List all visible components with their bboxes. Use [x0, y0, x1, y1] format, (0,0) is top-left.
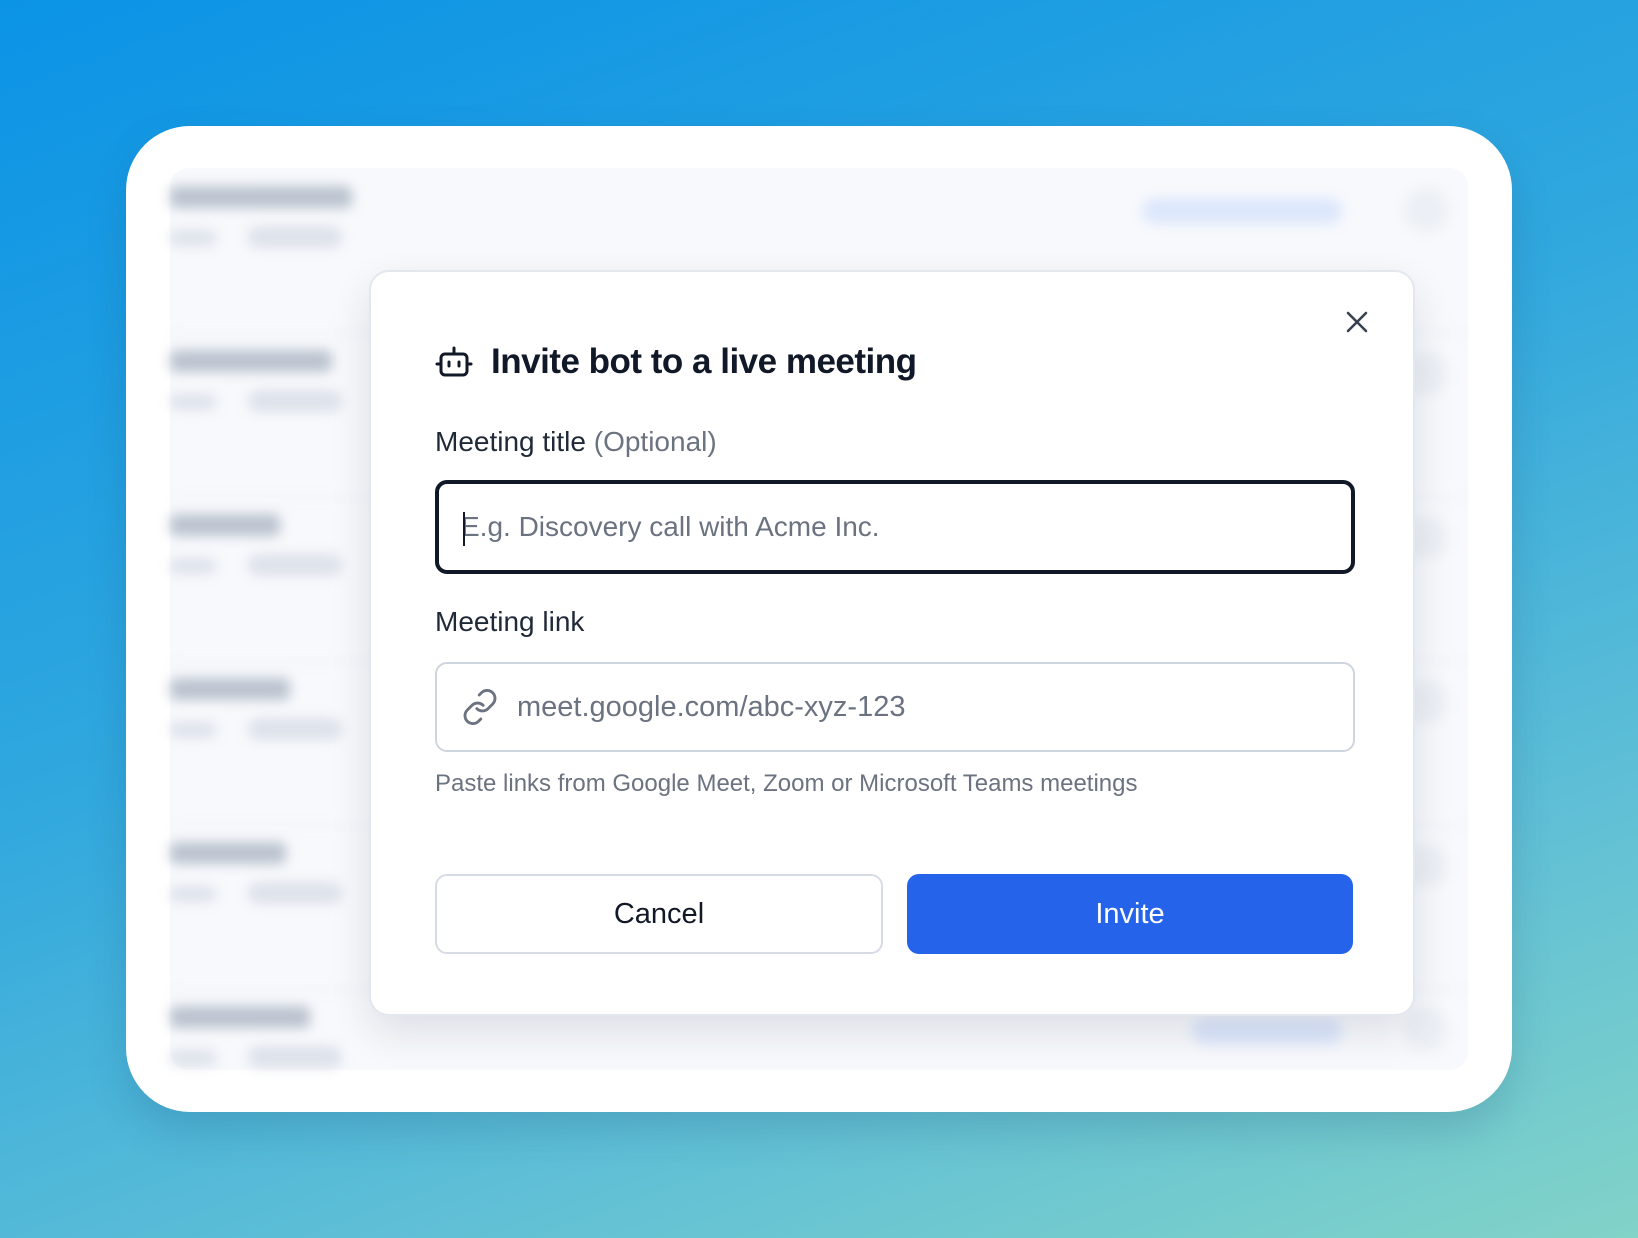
list-item-meta [170, 1050, 216, 1066]
list-item-meta [170, 558, 216, 574]
meeting-title-input[interactable] [439, 484, 1351, 570]
list-item-meta [170, 722, 216, 738]
list-item-name-placeholder [170, 842, 286, 864]
meeting-title-label: Meeting title (Optional) [435, 426, 717, 458]
list-item-chip [1142, 198, 1342, 224]
close-button[interactable] [1337, 302, 1377, 342]
link-icon [461, 688, 499, 726]
list-item-name-placeholder [170, 186, 352, 208]
bot-icon [435, 343, 473, 381]
list-item-name-placeholder [170, 1006, 310, 1028]
meeting-link-label: Meeting link [435, 606, 585, 637]
list-item-meta [248, 1046, 342, 1068]
list-item-avatar [1404, 1008, 1448, 1052]
list-item-meta [248, 718, 342, 740]
list-item-avatar [1404, 188, 1448, 232]
list-item-meta [248, 390, 342, 412]
list-item-meta [248, 226, 342, 248]
list-item-name-placeholder [170, 678, 290, 700]
meeting-title-label-text: Meeting title [435, 426, 586, 457]
meeting-link-field[interactable] [435, 662, 1355, 752]
list-item-chip [1192, 1018, 1342, 1044]
list-item-name-placeholder [170, 514, 280, 536]
dialog-title: Invite bot to a live meeting [491, 342, 917, 381]
list-item-meta [248, 882, 342, 904]
text-caret [463, 512, 465, 546]
list-item-meta [170, 886, 216, 902]
close-icon [1346, 311, 1368, 333]
dialog-header: Invite bot to a live meeting [435, 342, 917, 382]
list-item-meta [248, 554, 342, 576]
list-item-meta [170, 394, 216, 410]
list-item-name-placeholder [170, 350, 332, 372]
cancel-button[interactable]: Cancel [435, 874, 883, 954]
invite-button[interactable]: Invite [907, 874, 1353, 954]
list-item-meta [170, 230, 216, 246]
optional-hint: (Optional) [593, 426, 717, 457]
invite-bot-dialog: Invite bot to a live meeting Meeting tit… [369, 270, 1415, 1016]
meeting-link-helper-text: Paste links from Google Meet, Zoom or Mi… [435, 770, 1138, 797]
meeting-title-field[interactable] [435, 480, 1355, 574]
meeting-link-input[interactable] [517, 664, 1353, 750]
